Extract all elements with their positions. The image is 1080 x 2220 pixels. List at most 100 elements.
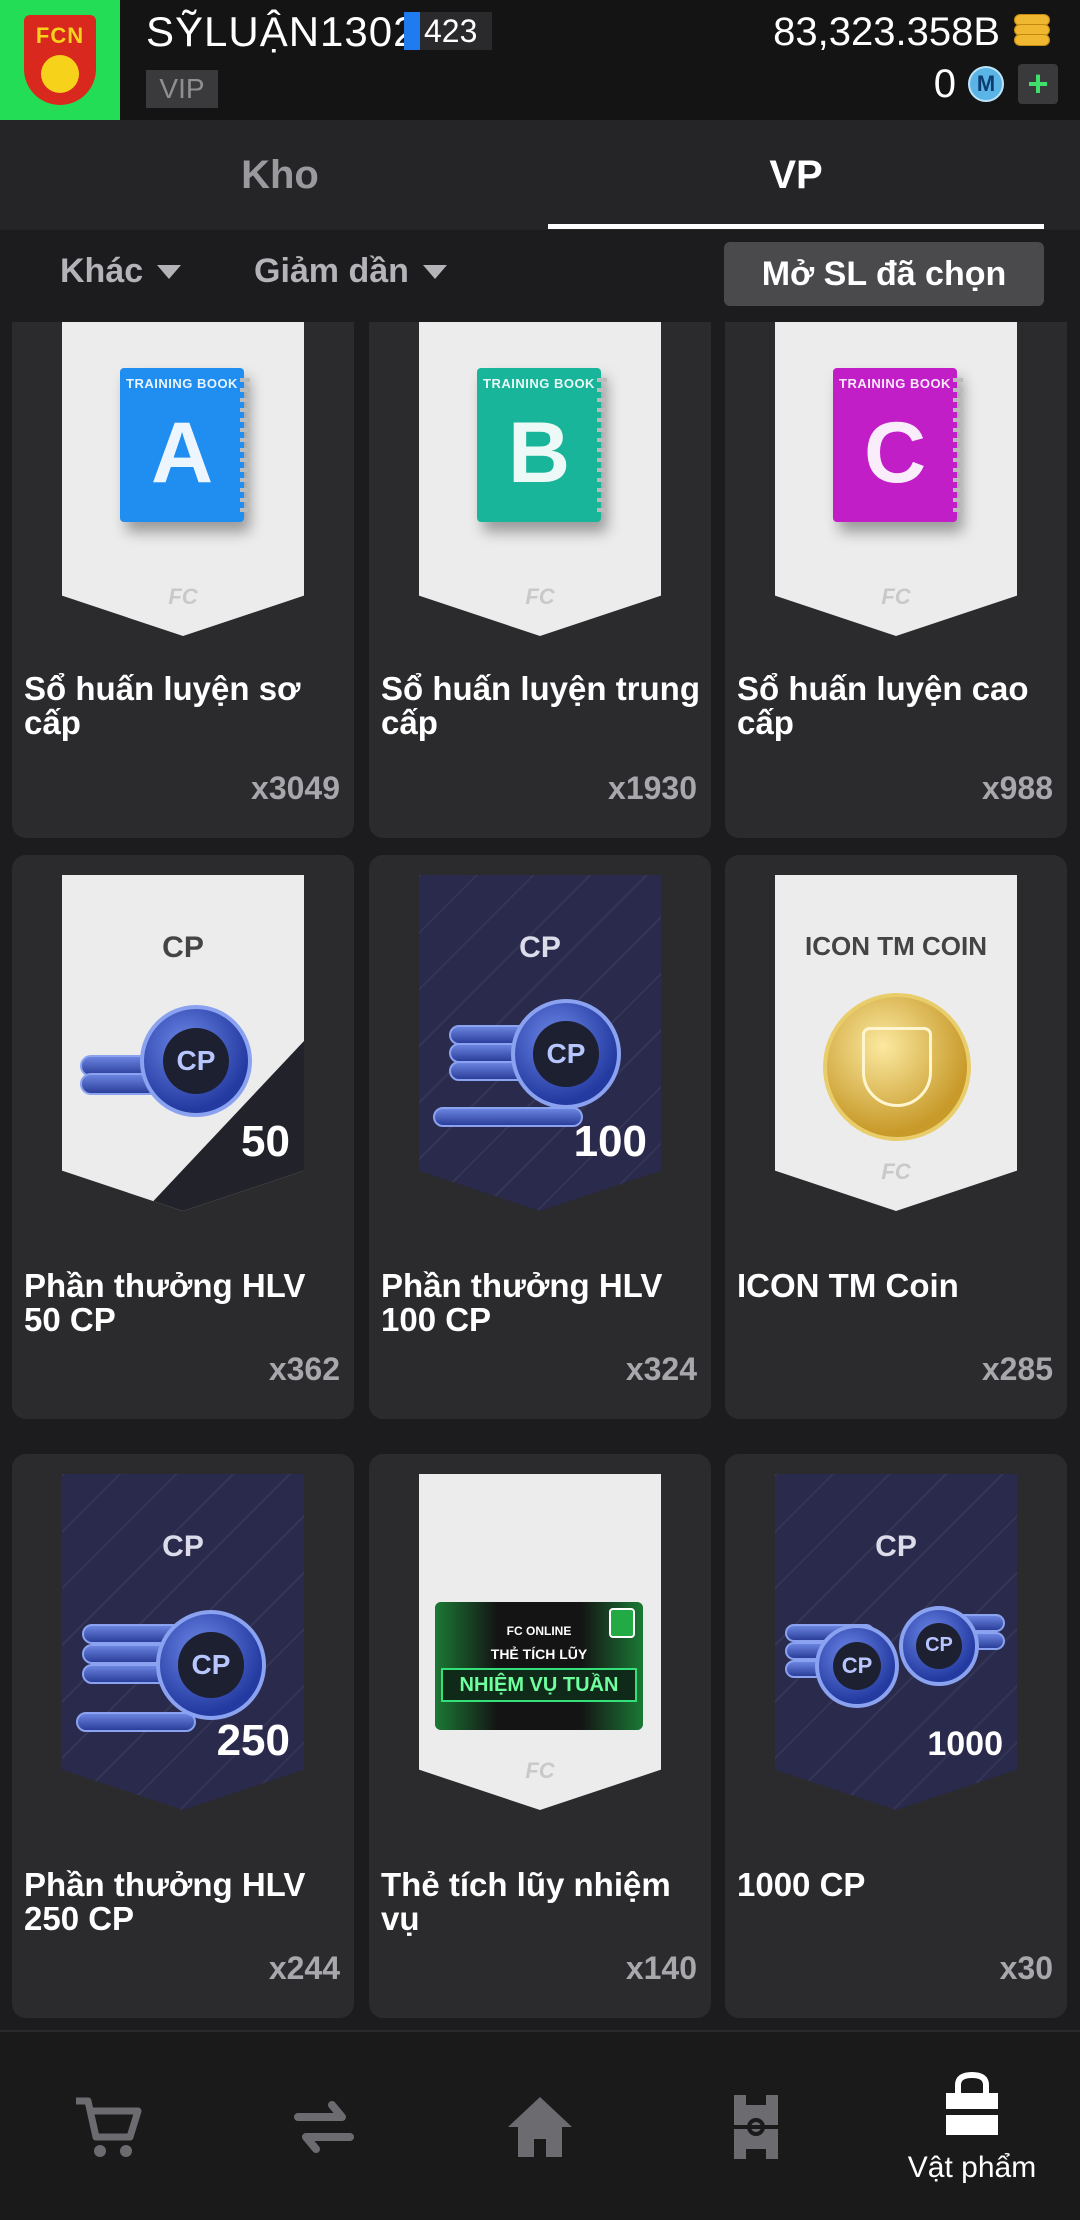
- mission-line-1: THẺ TÍCH LŨY: [490, 1646, 588, 1662]
- item-card[interactable]: CP CP 250 Phần thưởng HLV 250 CP x244: [12, 1454, 354, 2018]
- card-top-text: ICON TM COIN: [805, 931, 987, 961]
- item-name: Phần thưởng HLV 250 CP: [24, 1866, 306, 1937]
- level-badge: 423: [404, 12, 492, 50]
- item-quantity: x285: [981, 1351, 1053, 1387]
- item-art: CP CP CP 1000: [775, 1474, 1017, 1810]
- item-name: ICON TM Coin: [737, 1267, 959, 1304]
- card-value-number: 50: [241, 1117, 290, 1166]
- item-art: CP CP 100: [419, 875, 661, 1211]
- book-rings: [597, 378, 607, 512]
- nav-home[interactable]: [432, 2032, 648, 2220]
- category-filter-label: Khác: [60, 252, 144, 290]
- tab-kho[interactable]: Kho: [0, 120, 560, 230]
- vip-badge[interactable]: VIP: [146, 70, 218, 108]
- chevron-down-icon: [157, 264, 182, 279]
- card-top-text: CP: [162, 1530, 204, 1563]
- open-selected-button[interactable]: Mở SL đã chọn: [724, 242, 1044, 306]
- coin-shield: [862, 1027, 932, 1107]
- top-header: FCN SỸLUẬN1302 423 VIP 83,323.358B 0 M +: [0, 0, 1080, 120]
- item-card[interactable]: CP CP 50 Phần thưởng HLV 50 CP x362: [12, 855, 354, 1419]
- book-letter: C: [863, 405, 927, 501]
- cp-coin-icon: CP: [815, 1624, 899, 1708]
- item-card[interactable]: TRAINING BOOK B FC Sổ huấn luyện trung c…: [369, 322, 711, 838]
- lion-icon: [41, 55, 79, 93]
- bottom-navigation: Vật phẩm: [0, 2030, 1080, 2220]
- mission-card-art: FC ONLINE THẺ TÍCH LŨY NHIỆM VỤ TUẦN: [435, 1602, 643, 1730]
- item-grid: TRAINING BOOK A FC Sổ huấn luyện sơ cấp …: [0, 322, 1080, 2022]
- coin-balance: 83,323.358B: [773, 10, 1000, 54]
- card-top-text: CP: [875, 1530, 917, 1563]
- item-name: Sổ huấn luyện cao cấp: [737, 670, 1029, 741]
- training-book-icon: TRAINING BOOK B: [477, 368, 607, 522]
- book-title: TRAINING BOOK: [126, 376, 238, 391]
- item-quantity: x988: [981, 770, 1053, 806]
- item-card[interactable]: CP CP 100 Phần thưởng HLV 100 CP x324: [369, 855, 711, 1419]
- transfer-icon: [294, 2101, 354, 2153]
- sort-order-label: Giảm dần: [254, 252, 409, 290]
- book-letter: B: [507, 405, 571, 501]
- cp-coin-icon: CP: [156, 1610, 266, 1720]
- item-quantity: x30: [999, 1950, 1053, 1986]
- book-title: TRAINING BOOK: [483, 376, 595, 391]
- item-quantity: x3049: [251, 770, 340, 806]
- item-art: ICON TM COIN FC: [775, 875, 1017, 1211]
- training-book-icon: TRAINING BOOK C: [833, 368, 963, 522]
- item-art: FC ONLINE THẺ TÍCH LŨY NHIỆM VỤ TUẦN FC: [419, 1474, 661, 1810]
- item-card[interactable]: CP CP CP 1000 1000 CP x30: [725, 1454, 1067, 2018]
- item-quantity: x324: [625, 1351, 697, 1387]
- cp-coin-label: CP: [915, 1622, 963, 1670]
- level-progress-bar: [404, 12, 420, 50]
- item-name: Sổ huấn luyện trung cấp: [381, 670, 700, 741]
- nav-items[interactable]: Vật phẩm: [864, 2032, 1080, 2220]
- item-name: 1000 CP: [737, 1866, 866, 1903]
- item-name: Phần thưởng HLV 50 CP: [24, 1267, 306, 1338]
- item-art: TRAINING BOOK B FC: [419, 322, 661, 636]
- item-art: TRAINING BOOK C FC: [775, 322, 1017, 636]
- mission-line-2: NHIỆM VỤ TUẦN: [441, 1668, 637, 1702]
- cp-stack-layer: [433, 1107, 583, 1127]
- fc-logo-icon: FC: [881, 1159, 911, 1184]
- nav-transfer[interactable]: [216, 2032, 432, 2220]
- cp-coin-icon: CP: [511, 999, 621, 1109]
- field-icon: [734, 2095, 778, 2159]
- cp-coin-icon: CP: [899, 1606, 979, 1686]
- cp-coin-label: CP: [178, 1632, 244, 1698]
- fc-logo-icon: FC: [168, 584, 198, 609]
- item-card[interactable]: TRAINING BOOK A FC Sổ huấn luyện sơ cấp …: [12, 322, 354, 838]
- item-name: Sổ huấn luyện sơ cấp: [24, 670, 301, 741]
- item-quantity: x244: [268, 1950, 340, 1986]
- cp-stack-layer: [76, 1712, 196, 1732]
- item-art: CP CP 250: [62, 1474, 304, 1810]
- club-crest-icon: FCN: [24, 15, 96, 105]
- cp-coin-icon: CP: [140, 1005, 252, 1117]
- add-currency-button[interactable]: +: [1018, 63, 1058, 104]
- item-card[interactable]: TRAINING BOOK C FC Sổ huấn luyện cao cấp…: [725, 322, 1067, 838]
- coin-stack-icon: [1014, 14, 1050, 48]
- nav-shop[interactable]: [0, 2032, 216, 2220]
- cp-coin-label: CP: [832, 1641, 882, 1691]
- username: SỸLUẬN1302: [146, 8, 418, 55]
- nav-items-label: Vật phẩm: [907, 2151, 1037, 2184]
- tab-bar: Kho VP: [0, 120, 1080, 230]
- m-currency-balance: 0: [933, 62, 956, 106]
- item-name: Phần thưởng HLV 100 CP: [381, 1267, 663, 1338]
- home-icon: [508, 2097, 572, 2157]
- club-crest-text: FCN: [35, 23, 85, 48]
- tab-vp[interactable]: VP: [548, 120, 1044, 230]
- item-art: TRAINING BOOK A FC: [62, 322, 304, 636]
- club-logo[interactable]: FCN: [0, 0, 120, 120]
- item-quantity: x1930: [608, 770, 697, 806]
- book-rings: [240, 378, 250, 512]
- item-card[interactable]: ICON TM COIN FC ICON TM Coin x285: [725, 855, 1067, 1419]
- item-quantity: x362: [268, 1351, 340, 1387]
- item-card[interactable]: FC ONLINE THẺ TÍCH LŨY NHIỆM VỤ TUẦN FC …: [369, 1454, 711, 2018]
- item-art: CP CP 50: [62, 875, 304, 1211]
- sort-order-dropdown[interactable]: Giảm dần: [254, 252, 447, 291]
- item-quantity: x140: [625, 1950, 697, 1986]
- cp-coin-label: CP: [162, 1027, 230, 1095]
- fc-logo-icon: FC: [525, 584, 555, 609]
- app-root: FCN SỸLUẬN1302 423 VIP 83,323.358B 0 M +…: [0, 0, 1080, 2220]
- fc-logo-icon: FC: [881, 584, 911, 609]
- nav-squad[interactable]: [648, 2032, 864, 2220]
- category-filter-dropdown[interactable]: Khác: [60, 252, 182, 291]
